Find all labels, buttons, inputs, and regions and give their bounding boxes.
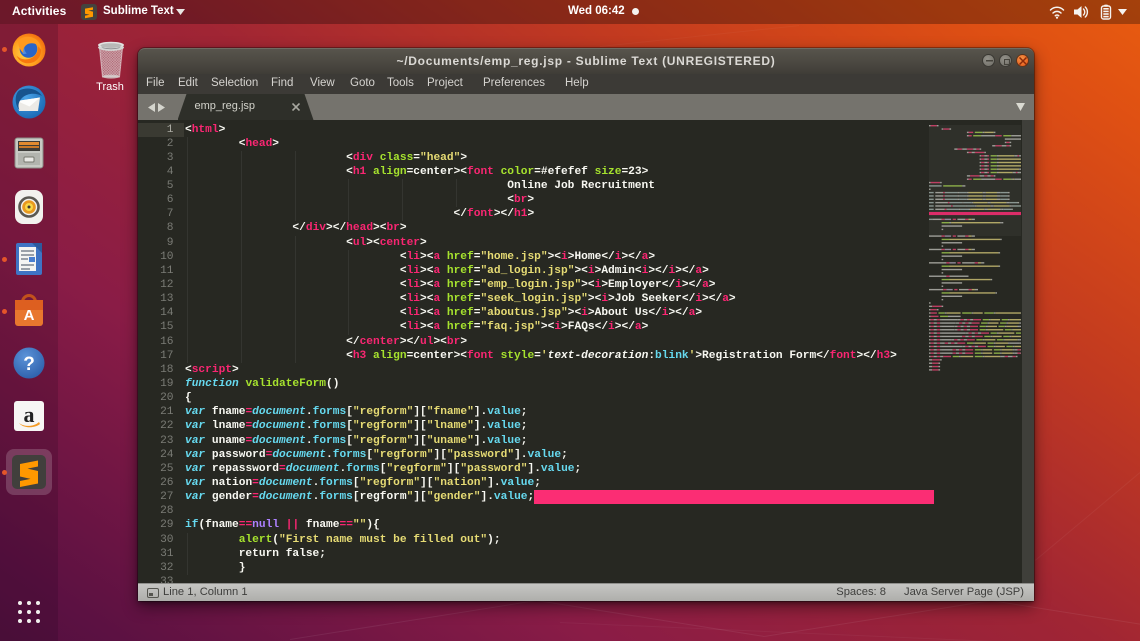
svg-text:a: a bbox=[24, 402, 35, 427]
svg-text:A: A bbox=[24, 307, 35, 324]
svg-text:?: ? bbox=[23, 354, 35, 375]
